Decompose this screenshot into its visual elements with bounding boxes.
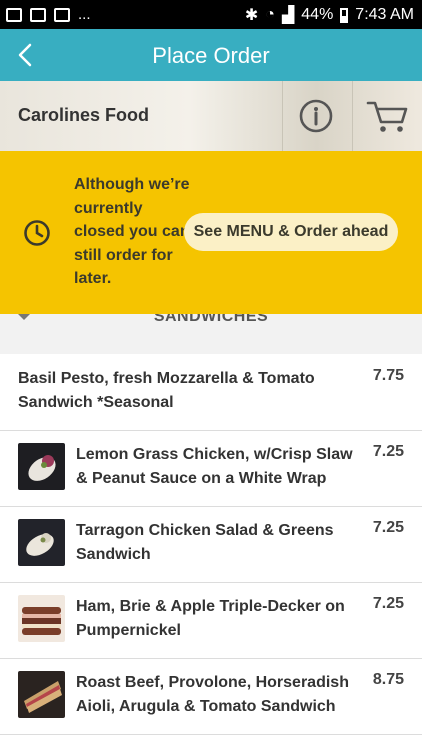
menu-item-name: Ham, Brie & Apple Triple-Decker on Pumpe… [76,598,345,639]
app-header: Place Order [0,29,422,81]
sandwich-thumbnail [18,671,65,718]
closed-banner: Although we’re currently closed you can … [0,151,422,314]
menu-item-name: Tarragon Chicken Salad & Greens Sandwich [76,522,334,563]
closed-message: Although we’re currently closed you can … [74,176,190,287]
more-notifications-text: ... [78,6,91,23]
wifi-icon: ◔ [265,6,275,23]
menu-item-name: Lemon Grass Chicken, w/Crisp Slaw & Pean… [76,446,353,487]
menu-list: Basil Pesto, fresh Mozzarella & Tomato S… [0,354,422,735]
gallery-icon [6,7,22,22]
menu-item[interactable]: Basil Pesto, fresh Mozzarella & Tomato S… [0,354,422,431]
clock-time: 7:43 AM [355,6,414,23]
store-info-button[interactable] [282,81,352,151]
battery-icon [340,7,349,23]
cart-icon [366,101,408,132]
menu-item-price: 8.75 [372,671,404,688]
category-header[interactable]: SANDWICHES [0,314,422,354]
menu-item[interactable]: Lemon Grass Chicken, w/Crisp Slaw & Pean… [0,431,422,507]
sandwich-thumbnail [18,595,65,642]
store-name: Carolines Food [18,105,150,125]
notification-icons: ... [6,6,91,23]
outlook-icon [30,7,46,22]
clock-icon [24,220,50,246]
menu-item-name: Basil Pesto, fresh Mozzarella & Tomato S… [18,370,315,411]
menu-item-price: 7.25 [372,595,404,612]
grid-app-icon [54,7,70,22]
battery-percent: 44% [301,6,334,23]
wrap-thumbnail [18,443,65,490]
menu-item-name: Roast Beef, Provolone, Horseradish Aioli… [76,674,349,715]
see-menu-order-ahead-button[interactable]: See MENU & Order ahead [184,213,398,251]
menu-item[interactable]: Roast Beef, Provolone, Horseradish Aioli… [0,659,422,735]
system-icons: ✱ ◔ ▟ 44% 7:43 AM [245,5,414,25]
page-title: Place Order [152,43,270,68]
menu-item-price: 7.25 [372,519,404,536]
menu-item-price: 7.25 [372,443,404,460]
menu-item[interactable]: Tarragon Chicken Salad & Greens Sandwich… [0,507,422,583]
signal-icon: ▟ [281,7,295,24]
status-bar: ... ✱ ◔ ▟ 44% 7:43 AM [0,0,422,29]
category-label: SANDWICHES [153,314,269,325]
bluetooth-icon: ✱ [244,7,259,24]
cart-button[interactable] [352,81,422,151]
menu-item[interactable]: Ham, Brie & Apple Triple-Decker on Pumpe… [0,583,422,659]
info-icon [299,99,333,133]
menu-item-price: 7.75 [372,367,404,384]
store-header: Carolines Food [0,81,422,151]
wrap-thumbnail [18,519,65,566]
